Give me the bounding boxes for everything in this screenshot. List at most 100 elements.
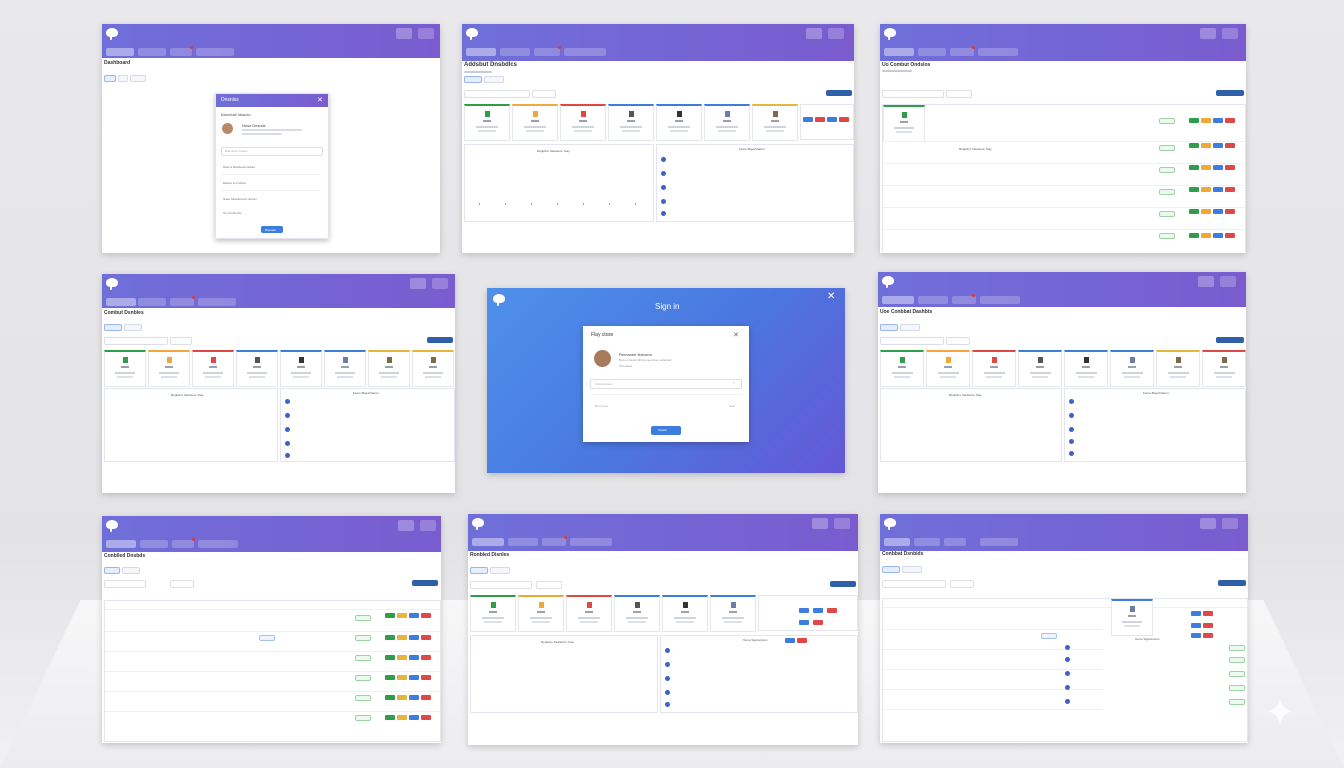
- user-button[interactable]: [410, 278, 426, 289]
- action-button[interactable]: [1189, 187, 1199, 192]
- stat-card[interactable]: [1064, 350, 1108, 387]
- user-button[interactable]: [398, 520, 414, 531]
- stat-card[interactable]: [656, 104, 702, 141]
- action-button[interactable]: [1189, 233, 1199, 238]
- nav-reports[interactable]: [170, 48, 192, 56]
- table-row[interactable]: [883, 629, 1103, 630]
- add-button[interactable]: [412, 580, 438, 586]
- add-button[interactable]: [1216, 337, 1244, 343]
- table-row[interactable]: [883, 669, 1103, 670]
- nav-reports[interactable]: [944, 538, 966, 546]
- tab-first[interactable]: [104, 324, 122, 331]
- tab-first[interactable]: [880, 324, 898, 331]
- action-button[interactable]: [409, 675, 419, 680]
- action-button[interactable]: [385, 635, 395, 640]
- stat-card[interactable]: [752, 104, 798, 141]
- action-button[interactable]: [1213, 165, 1223, 170]
- table-row[interactable]: [105, 711, 440, 712]
- user-button[interactable]: [1198, 276, 1214, 287]
- stat-card[interactable]: [1110, 350, 1154, 387]
- action-button[interactable]: [397, 613, 407, 618]
- filter-dropdown[interactable]: [532, 90, 556, 98]
- nav-reports[interactable]: [534, 48, 560, 56]
- stat-card[interactable]: [1202, 350, 1246, 387]
- table-row[interactable]: [883, 689, 1103, 690]
- action-button[interactable]: [1201, 165, 1211, 170]
- filter-dropdown[interactable]: [536, 581, 562, 589]
- logout-button[interactable]: [1222, 28, 1238, 39]
- table-row[interactable]: [105, 671, 440, 672]
- action-button[interactable]: [397, 675, 407, 680]
- table-row[interactable]: [883, 709, 1103, 710]
- search-input[interactable]: [880, 337, 944, 345]
- filter-dropdown[interactable]: [946, 90, 972, 98]
- nav-dashboard[interactable]: [884, 538, 910, 546]
- list-item-1[interactable]: Rass a Basllueat lolasla: [223, 165, 255, 169]
- nav-workorders[interactable]: [500, 48, 530, 56]
- nav-settings[interactable]: [196, 48, 234, 56]
- nav-reports[interactable]: [952, 296, 976, 304]
- action-button[interactable]: [803, 117, 813, 122]
- stat-card[interactable]: [324, 350, 366, 387]
- stat-card[interactable]: [560, 104, 606, 141]
- table-row[interactable]: [883, 207, 1245, 208]
- nav-settings[interactable]: [198, 298, 236, 306]
- action-button[interactable]: [397, 655, 407, 660]
- tab-first[interactable]: [464, 76, 482, 83]
- close-icon[interactable]: ✕: [827, 291, 835, 302]
- action-button[interactable]: [409, 715, 419, 720]
- table-row[interactable]: [105, 691, 440, 692]
- nav-settings[interactable]: [564, 48, 606, 56]
- filter-dropdown[interactable]: [946, 337, 970, 345]
- action-button[interactable]: [785, 638, 795, 643]
- nav-dashboard[interactable]: [466, 48, 496, 56]
- action-button[interactable]: [385, 695, 395, 700]
- action-button[interactable]: [1201, 233, 1211, 238]
- table-row[interactable]: [105, 631, 440, 632]
- nav-workorders[interactable]: [138, 298, 166, 306]
- nav-dashboard[interactable]: [884, 48, 914, 56]
- action-button[interactable]: [385, 655, 395, 660]
- action-button[interactable]: [1189, 118, 1199, 123]
- stat-card[interactable]: [280, 350, 322, 387]
- nav-workorders[interactable]: [138, 48, 166, 56]
- username-field[interactable]: [590, 379, 742, 389]
- user-button[interactable]: [1200, 518, 1216, 529]
- action-button[interactable]: [1225, 209, 1235, 214]
- stat-card[interactable]: [518, 595, 564, 632]
- nav-dashboard[interactable]: [472, 538, 504, 546]
- logout-button[interactable]: [418, 28, 434, 39]
- action-button[interactable]: [421, 675, 431, 680]
- nav-settings[interactable]: [980, 538, 1018, 546]
- nav-reports[interactable]: [170, 298, 194, 306]
- search-input[interactable]: [470, 581, 532, 589]
- tab-third[interactable]: [130, 75, 146, 82]
- action-button[interactable]: [797, 638, 807, 643]
- action-button[interactable]: [1213, 118, 1223, 123]
- filter-dropdown[interactable]: [170, 580, 194, 588]
- nav-settings[interactable]: [198, 540, 238, 548]
- tab-first[interactable]: [882, 566, 900, 573]
- search-input[interactable]: [882, 90, 944, 98]
- add-button[interactable]: [830, 581, 856, 587]
- tab-second[interactable]: [900, 324, 920, 331]
- nav-workorders[interactable]: [914, 538, 940, 546]
- nav-settings[interactable]: [570, 538, 612, 546]
- stat-card[interactable]: [236, 350, 278, 387]
- action-button[interactable]: [421, 613, 431, 618]
- logout-button[interactable]: [432, 278, 448, 289]
- nav-workorders[interactable]: [508, 538, 538, 546]
- action-button[interactable]: [1225, 143, 1235, 148]
- stat-card[interactable]: [883, 105, 925, 142]
- nav-dashboard[interactable]: [882, 296, 914, 304]
- nav-reports[interactable]: [542, 538, 566, 546]
- nav-reports[interactable]: [172, 540, 194, 548]
- action-button[interactable]: [1191, 611, 1201, 616]
- action-button[interactable]: [409, 613, 419, 618]
- action-button[interactable]: [815, 117, 825, 122]
- action-button[interactable]: [1213, 143, 1223, 148]
- action-button[interactable]: [1225, 118, 1235, 123]
- stat-card[interactable]: [880, 350, 924, 387]
- logout-button[interactable]: [420, 520, 436, 531]
- stat-card[interactable]: [608, 104, 654, 141]
